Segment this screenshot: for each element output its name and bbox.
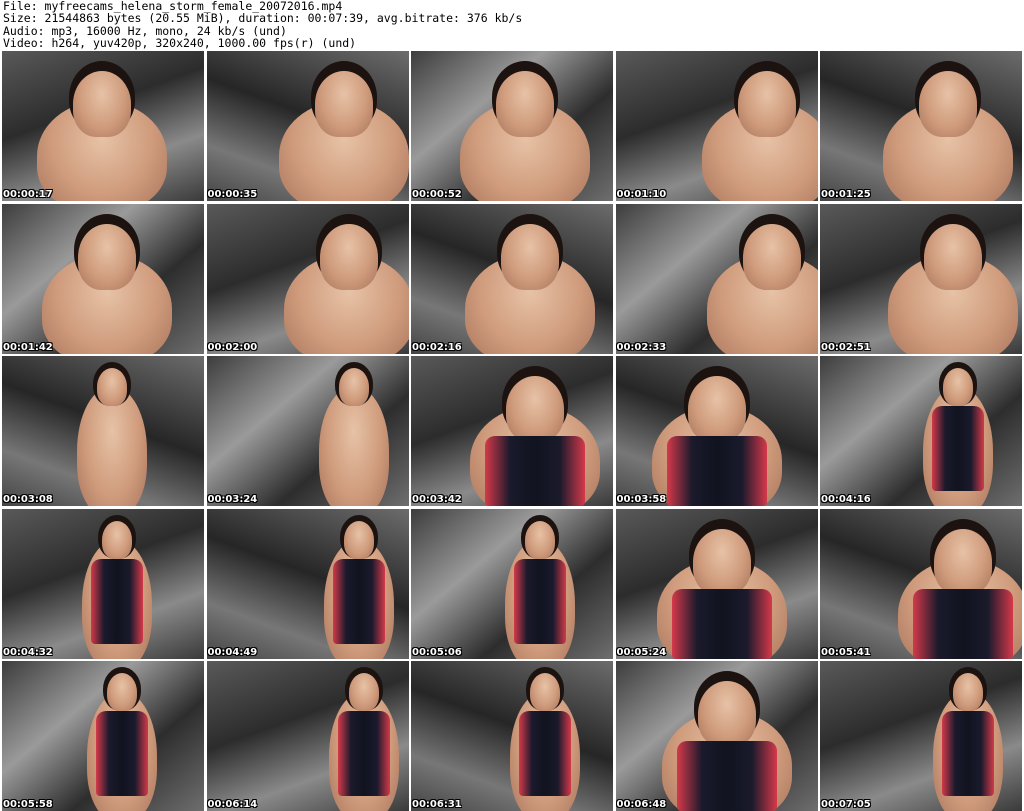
face-shape <box>953 673 983 711</box>
frame-timestamp: 00:06:48 <box>616 799 667 810</box>
video-frame-thumbnail: 00:01:25 <box>820 51 1022 201</box>
frame-timestamp: 00:04:49 <box>207 646 258 658</box>
video-frame-thumbnail: 00:04:16 <box>820 356 1022 506</box>
face-shape <box>506 376 564 442</box>
video-frame-thumbnail: 00:05:41 <box>820 508 1022 659</box>
frame-timestamp: 00:03:08 <box>3 494 53 505</box>
frame-timestamp: 00:05:41 <box>821 646 871 658</box>
video-frame-thumbnail: 00:07:05 <box>820 661 1022 811</box>
face-shape <box>919 71 977 137</box>
frame-timestamp: 00:01:42 <box>3 341 53 353</box>
video-frame-thumbnail: 00:03:58 <box>615 356 818 506</box>
frame-timestamp: 00:05:06 <box>412 646 462 658</box>
face-shape <box>314 71 373 137</box>
face-shape <box>737 71 796 137</box>
face-shape <box>97 368 127 406</box>
frame-timestamp: 00:03:24 <box>207 494 258 505</box>
face-shape <box>343 520 374 559</box>
face-shape <box>924 223 982 290</box>
video-frame-thumbnail: 00:05:58 <box>2 661 204 811</box>
face-shape <box>742 223 801 290</box>
face-shape <box>102 520 132 559</box>
face-shape <box>73 71 131 137</box>
file-size-line: Size: 21544863 bytes (20.55 MiB), durati… <box>3 11 523 26</box>
video-frame-thumbnail: 00:03:42 <box>411 356 613 506</box>
frame-timestamp: 00:02:33 <box>616 341 667 353</box>
video-frame-thumbnail: 00:01:42 <box>2 203 204 354</box>
frame-timestamp: 00:06:31 <box>412 799 462 810</box>
face-shape <box>943 368 973 406</box>
frame-timestamp: 00:06:14 <box>207 799 258 810</box>
video-frame-thumbnail: 00:04:49 <box>206 508 409 659</box>
swimsuit-shape <box>671 588 772 659</box>
face-shape <box>348 673 379 711</box>
video-frame-thumbnail: 00:00:17 <box>2 51 204 201</box>
thumbnail-grid: 00:00:17 00:00:35 00:00:52 00:01:10 00:01:25… <box>2 51 1022 811</box>
frame-timestamp: 00:04:16 <box>821 494 871 505</box>
swimsuit-shape <box>913 588 1013 659</box>
frame-timestamp: 00:02:00 <box>207 341 258 353</box>
swimsuit-shape <box>337 711 390 796</box>
face-shape <box>319 223 378 290</box>
frame-timestamp: 00:00:17 <box>3 189 53 200</box>
frame-timestamp: 00:05:58 <box>3 799 53 810</box>
face-shape <box>697 681 756 747</box>
face-shape <box>338 368 369 406</box>
video-frame-thumbnail: 00:02:51 <box>820 203 1022 354</box>
video-frame-thumbnail: 00:06:48 <box>615 661 818 811</box>
face-shape <box>692 528 751 595</box>
swimsuit-shape <box>96 711 148 796</box>
face-shape <box>687 376 746 442</box>
face-shape <box>525 520 555 559</box>
face-shape <box>78 223 136 290</box>
video-frame-thumbnail: 00:00:52 <box>411 51 613 201</box>
frame-timestamp: 00:01:25 <box>821 189 871 200</box>
video-frame-thumbnail: 00:06:14 <box>206 661 409 811</box>
face-shape <box>501 223 559 290</box>
video-frame-thumbnail: 00:02:33 <box>615 203 818 354</box>
swimsuit-shape <box>514 558 566 644</box>
frame-timestamp: 00:01:10 <box>616 189 667 200</box>
video-frame-thumbnail: 00:03:08 <box>2 356 204 506</box>
swimsuit-shape <box>676 741 777 811</box>
frame-timestamp: 00:07:05 <box>821 799 871 810</box>
face-shape <box>934 528 992 595</box>
frame-timestamp: 00:02:51 <box>821 341 871 353</box>
video-frame-thumbnail: 00:00:35 <box>206 51 409 201</box>
frame-timestamp: 00:03:42 <box>412 494 462 505</box>
swimsuit-shape <box>942 711 994 796</box>
swimsuit-shape <box>519 711 571 796</box>
video-frame-thumbnail: 00:02:00 <box>206 203 409 354</box>
frame-timestamp: 00:00:35 <box>207 189 258 200</box>
frame-timestamp: 00:00:52 <box>412 189 462 200</box>
frame-timestamp: 00:02:16 <box>412 341 462 353</box>
swimsuit-shape <box>485 436 585 506</box>
video-frame-thumbnail: 00:05:06 <box>411 508 613 659</box>
frame-timestamp: 00:05:24 <box>616 646 667 658</box>
video-frame-thumbnail: 00:05:24 <box>615 508 818 659</box>
face-shape <box>530 673 560 711</box>
video-frame-thumbnail: 00:04:32 <box>2 508 204 659</box>
video-frame-thumbnail: 00:06:31 <box>411 661 613 811</box>
video-info-line: Video: h264, yuv420p, 320x240, 1000.00 f… <box>3 35 357 50</box>
swimsuit-shape <box>666 436 767 506</box>
video-frame-thumbnail: 00:03:24 <box>206 356 409 506</box>
face-shape <box>496 71 554 137</box>
swimsuit-shape <box>932 406 984 491</box>
frame-timestamp: 00:04:32 <box>3 646 53 658</box>
video-frame-thumbnail: 00:01:10 <box>615 51 818 201</box>
frame-timestamp: 00:03:58 <box>616 494 667 505</box>
swimsuit-shape <box>332 558 385 644</box>
face-shape <box>107 673 137 711</box>
file-info-header: File: myfreecams_helena_storm_female_200… <box>3 0 522 49</box>
swimsuit-shape <box>91 558 143 644</box>
video-frame-thumbnail: 00:02:16 <box>411 203 613 354</box>
